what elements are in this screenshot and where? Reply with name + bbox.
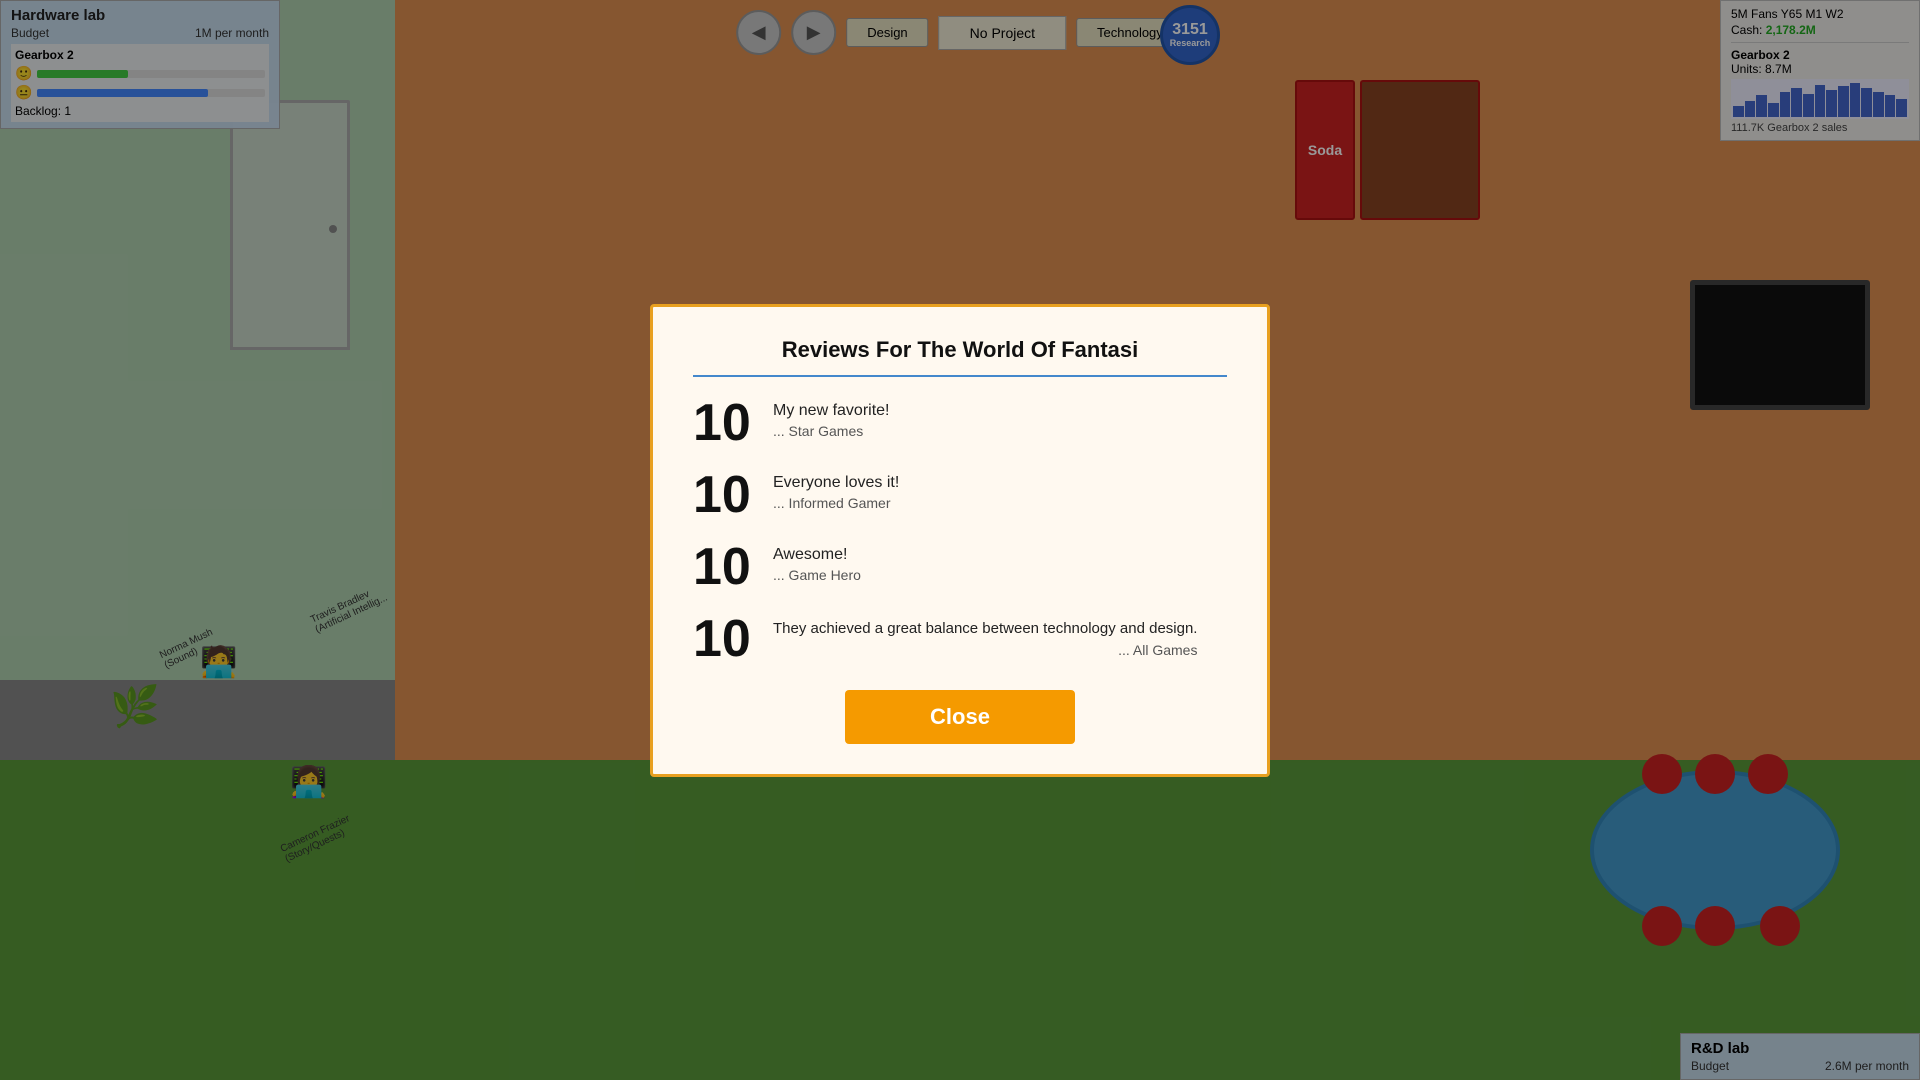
review-text-block-2: Everyone loves it! ... Informed Gamer xyxy=(773,469,899,511)
review-main-text-2: Everyone loves it! xyxy=(773,474,899,492)
review-source-2: ... Informed Gamer xyxy=(773,495,899,511)
reviews-dialog: Reviews For The World Of Fantasi 10 My n… xyxy=(650,304,1270,777)
review-text-block-4: They achieved a great balance between te… xyxy=(773,613,1197,658)
close-button[interactable]: Close xyxy=(845,690,1075,744)
review-score-3: 10 xyxy=(693,541,753,593)
review-item-2: 10 Everyone loves it! ... Informed Gamer xyxy=(693,469,1227,521)
review-item-4: 10 They achieved a great balance between… xyxy=(693,613,1227,665)
review-source-4: ... All Games xyxy=(773,642,1197,658)
review-source-1: ... Star Games xyxy=(773,423,889,439)
review-score-1: 10 xyxy=(693,397,753,449)
review-main-text-1: My new favorite! xyxy=(773,402,889,420)
modal-overlay: Reviews For The World Of Fantasi 10 My n… xyxy=(0,0,1920,1080)
review-text-block-3: Awesome! ... Game Hero xyxy=(773,541,861,583)
review-main-text-3: Awesome! xyxy=(773,546,861,564)
review-source-3: ... Game Hero xyxy=(773,567,861,583)
review-item-3: 10 Awesome! ... Game Hero xyxy=(693,541,1227,593)
review-score-4: 10 xyxy=(693,613,753,665)
modal-title: Reviews For The World Of Fantasi xyxy=(693,337,1227,377)
review-main-text-4: They achieved a great balance between te… xyxy=(773,618,1197,639)
review-text-block-1: My new favorite! ... Star Games xyxy=(773,397,889,439)
review-score-2: 10 xyxy=(693,469,753,521)
review-item-1: 10 My new favorite! ... Star Games xyxy=(693,397,1227,449)
